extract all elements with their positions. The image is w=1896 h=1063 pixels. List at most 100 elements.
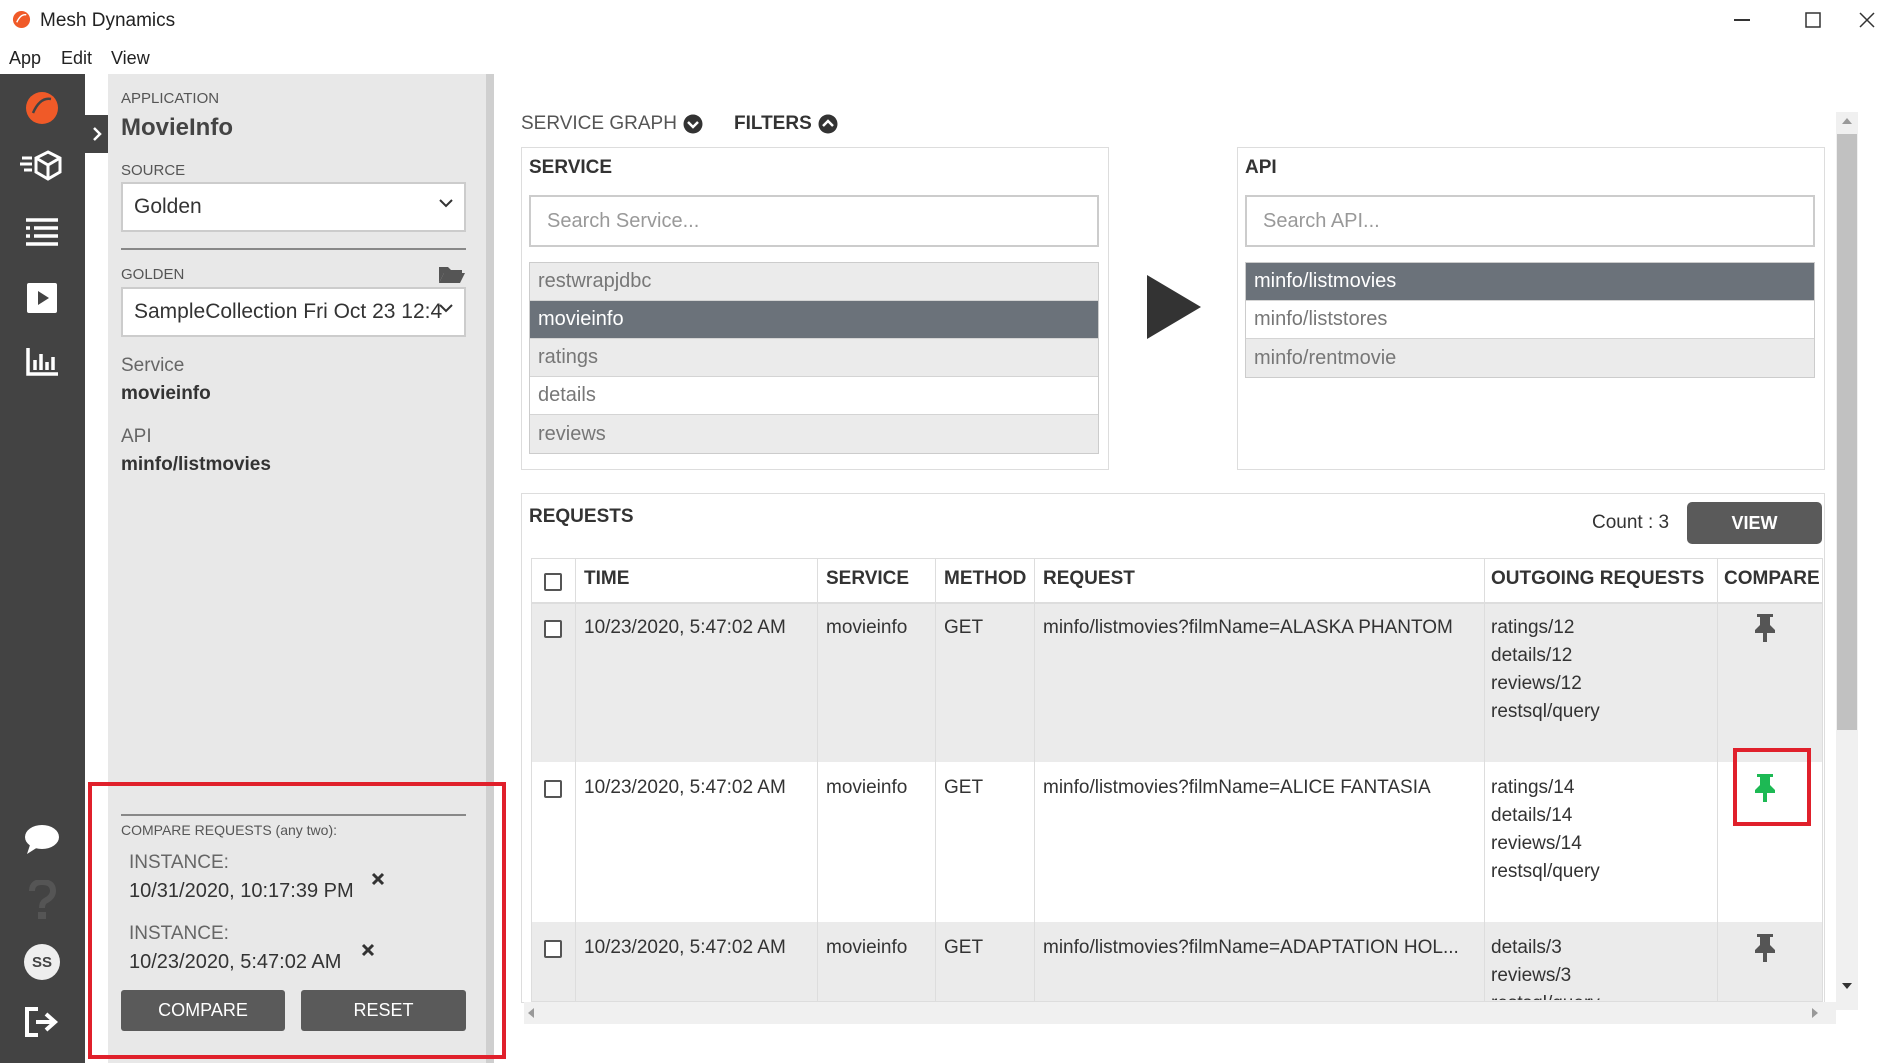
maximize-button[interactable] — [1781, 0, 1845, 40]
service-value: movieinfo — [121, 383, 211, 404]
api-item-liststores[interactable]: minfo/liststores — [1246, 301, 1814, 339]
requests-title: REQUESTS — [529, 506, 634, 527]
chevron-right-icon — [92, 127, 102, 141]
scroll-down-icon[interactable] — [1841, 982, 1853, 990]
chevron-up-circle-icon — [818, 114, 838, 134]
close-icon — [1859, 12, 1875, 28]
service-item-reviews[interactable]: reviews — [530, 415, 1098, 453]
column-divider — [1484, 559, 1485, 1001]
chevron-down-circle-icon — [683, 114, 703, 134]
divider — [121, 248, 466, 250]
golden-label: GOLDEN — [121, 266, 185, 283]
cell-method: GET — [944, 777, 984, 798]
list-icon[interactable] — [18, 208, 66, 256]
service-item-ratings[interactable]: ratings — [530, 339, 1098, 377]
cell-time: 10/23/2020, 5:47:02 AM — [584, 777, 786, 798]
logout-icon[interactable] — [18, 998, 66, 1046]
select-all-checkbox[interactable] — [544, 573, 562, 591]
api-item-rentmovie[interactable]: minfo/rentmovie — [1246, 339, 1814, 377]
cell-outgoing-requests: ratings/12 details/12 reviews/12 restsql… — [1491, 614, 1600, 726]
tab-service-graph[interactable]: SERVICE GRAPH — [521, 113, 703, 135]
avatar-initials: SS — [24, 944, 60, 980]
source-value: Golden — [134, 195, 202, 218]
column-divider — [935, 559, 936, 1001]
scroll-right-icon[interactable] — [1811, 1007, 1819, 1019]
service-item-restwrapjdbc[interactable]: restwrapjdbc — [530, 263, 1098, 301]
api-value: minfo/listmovies — [121, 454, 271, 475]
row-checkbox[interactable] — [544, 940, 562, 958]
api-label: API — [121, 426, 152, 447]
menu-bar — [0, 40, 1896, 74]
column-header-time[interactable]: TIME — [584, 568, 629, 590]
pin-icon[interactable] — [1753, 932, 1777, 962]
cell-time: 10/23/2020, 5:47:02 AM — [584, 937, 786, 958]
requests-count: Count : 3 — [1592, 512, 1670, 533]
service-card-title: SERVICE — [529, 157, 613, 178]
rail-logo-icon[interactable] — [18, 84, 66, 132]
minimize-button[interactable] — [1710, 0, 1774, 40]
source-select[interactable]: Golden — [121, 182, 466, 232]
outgoing-item: details/14 — [1491, 805, 1573, 826]
scroll-left-icon[interactable] — [527, 1007, 535, 1019]
chevron-down-icon — [439, 199, 453, 208]
outgoing-item: restsql/query — [1491, 701, 1600, 722]
close-window-button[interactable] — [1838, 0, 1896, 40]
cell-service: movieinfo — [826, 617, 908, 638]
menu-view[interactable]: View — [111, 48, 150, 69]
outgoing-item: ratings/14 — [1491, 777, 1575, 798]
outgoing-item: restsql/query — [1491, 990, 1600, 1000]
row-checkbox[interactable] — [544, 620, 562, 638]
pin-icon[interactable] — [1753, 612, 1777, 642]
window-title: Mesh Dynamics — [40, 10, 176, 31]
horizontal-scrollbar[interactable] — [524, 1002, 1836, 1024]
outgoing-item: details/12 — [1491, 645, 1573, 666]
chevron-down-icon — [439, 304, 453, 313]
column-header-compare[interactable]: COMPARE — [1724, 568, 1820, 590]
column-header-service[interactable]: SERVICE — [826, 568, 909, 590]
play-icon[interactable] — [18, 274, 66, 322]
cube-icon[interactable] — [18, 142, 66, 190]
golden-select[interactable]: SampleCollection Fri Oct 23 12:4 — [121, 287, 466, 337]
row-checkbox[interactable] — [544, 780, 562, 798]
cell-service: movieinfo — [826, 777, 908, 798]
outgoing-item: reviews/12 — [1491, 673, 1582, 694]
app-logo-icon — [12, 10, 31, 29]
api-item-listmovies[interactable]: minfo/listmovies — [1246, 263, 1814, 301]
cell-service: movieinfo — [826, 937, 908, 958]
service-item-details[interactable]: details — [530, 377, 1098, 415]
chart-icon[interactable] — [18, 338, 66, 386]
cell-outgoing-requests: ratings/14 details/14 reviews/14 restsql… — [1491, 774, 1600, 886]
menu-edit[interactable]: Edit — [61, 48, 92, 69]
view-button[interactable]: VIEW — [1687, 502, 1822, 544]
table-row[interactable] — [532, 922, 1822, 1001]
cell-request: minfo/listmovies?filmName=ALICE FANTASIA — [1043, 777, 1431, 798]
chat-icon[interactable] — [18, 815, 66, 863]
outgoing-item: ratings/12 — [1491, 617, 1575, 638]
cell-time: 10/23/2020, 5:47:02 AM — [584, 617, 786, 638]
folder-open-icon[interactable] — [438, 264, 466, 284]
tab-filters[interactable]: FILTERS — [734, 113, 838, 135]
cell-request: minfo/listmovies?filmName=ALASKA PHANTOM — [1043, 617, 1453, 638]
cell-method: GET — [944, 617, 984, 638]
cell-outgoing-requests: details/3 reviews/3 restsql/query — [1491, 934, 1600, 1000]
play-arrow-icon — [1147, 275, 1201, 339]
service-label: Service — [121, 355, 185, 376]
panel-toggle-button[interactable] — [85, 115, 108, 153]
service-search-input[interactable] — [529, 195, 1099, 247]
column-header-outgoing-requests[interactable]: OUTGOING REQUESTS — [1491, 568, 1704, 590]
menu-app[interactable]: App — [9, 48, 41, 69]
column-divider — [575, 559, 576, 1001]
scroll-up-icon[interactable] — [1841, 117, 1853, 125]
api-search-input[interactable] — [1245, 195, 1815, 247]
vertical-scrollbar-thumb[interactable] — [1837, 134, 1857, 730]
golden-value: SampleCollection Fri Oct 23 12:4 — [134, 300, 443, 323]
api-card-title: API — [1245, 157, 1277, 178]
outgoing-item: reviews/3 — [1491, 965, 1572, 986]
column-header-request[interactable]: REQUEST — [1043, 568, 1135, 590]
cell-request: minfo/listmovies?filmName=ADAPTATION HOL… — [1043, 937, 1459, 958]
column-header-method[interactable]: METHOD — [944, 568, 1026, 590]
service-list: restwrapjdbc movieinfo ratings details r… — [529, 262, 1099, 454]
help-icon[interactable] — [18, 876, 66, 924]
avatar[interactable]: SS — [18, 938, 66, 986]
service-item-movieinfo[interactable]: movieinfo — [530, 301, 1098, 339]
